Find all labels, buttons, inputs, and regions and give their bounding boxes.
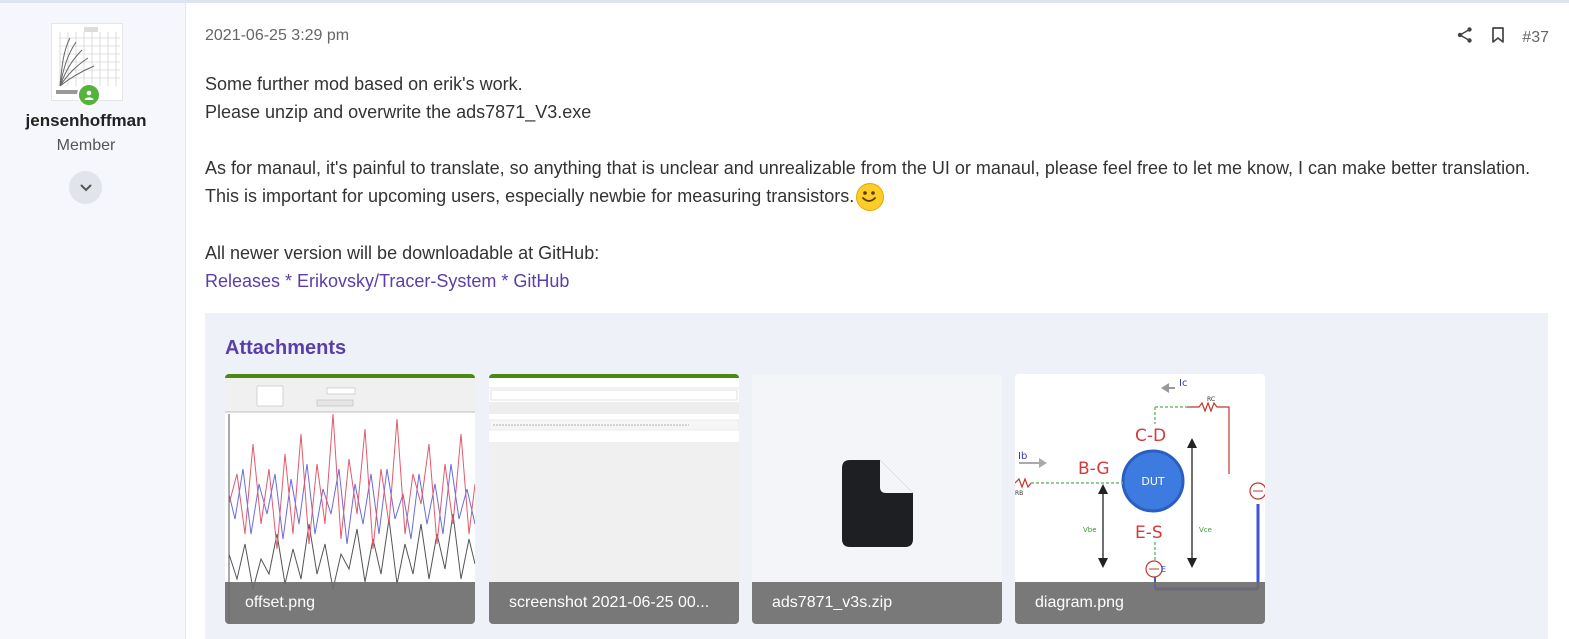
- author-sidebar: jensenhoffman Member: [0, 3, 186, 639]
- post-paragraph-3: All newer version will be downloadable a…: [205, 239, 1535, 295]
- github-releases-link[interactable]: Releases * Erikovsky/Tracer-System * Git…: [205, 271, 569, 291]
- diagram-ic-label: Ic: [1179, 378, 1187, 389]
- expand-author-button[interactable]: [69, 171, 102, 204]
- post-body: Some further mod based on erik's work. P…: [205, 70, 1535, 295]
- diagram-rb-label: RB: [1015, 490, 1023, 497]
- attachment-offset-png[interactable]: offset.png: [225, 374, 475, 624]
- diagram-ib-label: Ib: [1018, 451, 1027, 462]
- post-line-2: Please unzip and overwrite the ads7871_V…: [205, 102, 592, 122]
- diagram-bg-label: B-G: [1078, 459, 1110, 479]
- chevron-down-icon: [80, 184, 91, 191]
- diagram-dut-label: DUT: [1141, 475, 1165, 488]
- bookmark-icon[interactable]: [1490, 26, 1506, 49]
- attachment-label: ads7871_v3s.zip: [752, 582, 1002, 624]
- online-status-icon: [77, 83, 101, 107]
- attachment-label: offset.png: [225, 582, 475, 624]
- attachment-label: screenshot 2021-06-25 00...: [489, 582, 739, 624]
- diagram-vce-label: Vce: [1199, 526, 1212, 534]
- post-line-1: Some further mod based on erik's work.: [205, 74, 523, 94]
- top-border: [0, 0, 1569, 3]
- share-icon[interactable]: [1456, 26, 1474, 49]
- author-name[interactable]: jensenhoffman: [0, 111, 172, 131]
- diagram-es-label: E-S: [1135, 523, 1163, 543]
- post-actions: #37: [1456, 26, 1549, 49]
- smiley-emoji-icon: [856, 183, 885, 212]
- author-role: Member: [56, 137, 116, 154]
- attachment-ads7871-zip[interactable]: ads7871_v3s.zip: [752, 374, 1002, 624]
- diagram-cd-label: C-D: [1135, 426, 1166, 446]
- post-paragraph-3-text: All newer version will be downloadable a…: [205, 243, 600, 264]
- attachment-screenshot-png[interactable]: screenshot 2021-06-25 00...: [489, 374, 739, 624]
- post-date: 2021-06-25 3:29 pm: [205, 27, 350, 44]
- attachments-panel: Attachments offset.png screenshot 2021-0…: [205, 313, 1548, 639]
- post-number[interactable]: #37: [1522, 29, 1549, 47]
- attachment-diagram-png[interactable]: Ic RC C-D Ib B-G DUT RB Vbe Vce E-S E di…: [1015, 374, 1265, 624]
- attachment-label: diagram.png: [1015, 582, 1265, 624]
- attachments-title: Attachments: [225, 337, 347, 359]
- diagram-vbe-label: Vbe: [1083, 526, 1097, 534]
- diagram-e-label: E: [1161, 565, 1166, 574]
- post-paragraph-2: As for manaul, it's painful to translate…: [205, 154, 1535, 212]
- post-paragraph-1: Some further mod based on erik's work. P…: [205, 70, 1535, 126]
